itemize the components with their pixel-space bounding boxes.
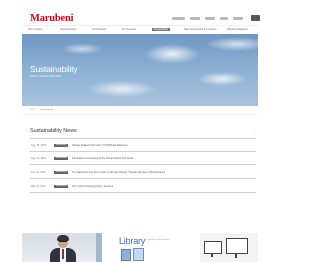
news-tag: Sustainability [54,184,68,188]
person-glasses [59,241,67,244]
breadcrumb-home[interactable]: TOP [30,109,34,111]
news-item[interactable]: Aug. 30, 2023 Sustainability Information… [30,155,256,163]
monitor-stand-icon [235,253,237,258]
nav-item-news-releases[interactable]: News Releases [60,28,77,31]
news-more-link[interactable]: › [255,130,256,133]
news-divider [30,151,256,152]
tile-accent-bar [96,233,102,262]
book-icon [121,249,131,261]
news-item[interactable]: Aug. 30, 2023 Sustainability Climate Rel… [30,142,256,150]
news-divider [30,192,256,193]
browser-viewport: Marubeni Our Company News Releases Our B… [0,0,271,262]
hero-banner: Sustainability Library / Data & Informat… [22,34,258,106]
utility-link-5[interactable] [233,17,243,20]
nav-item-our-company[interactable]: Our Company [28,28,43,31]
site-header: Marubeni [22,10,260,25]
nav-item-magazine[interactable]: Marubeni Magazine [227,28,248,31]
monitor-icon [204,241,222,254]
marubeni-logo[interactable]: Marubeni [30,13,74,24]
news-tag: Sustainability [54,156,68,160]
news-date: Aug. 30, 2023 [31,157,46,160]
hero-title: Sustainability [30,64,78,74]
utility-link-2[interactable] [190,17,200,20]
nav-item-for-investors[interactable]: For Investors [122,28,136,31]
breadcrumb-current: Sustainability [40,109,53,111]
library-title: Library [119,236,146,246]
news-title[interactable]: Climate Related Information: TCFD(Final)… [72,144,128,147]
news-title[interactable]: Information incorporating of the Human R… [72,157,133,160]
utility-link-1[interactable] [172,17,185,20]
monitor-stand-icon [211,253,213,257]
news-date: Jun. 21, 2023 [31,171,46,174]
news-item[interactable]: Jun. 21, 2023 Sustainability The Maruben… [30,169,256,177]
library-subtitle: Sustainability Data & Reports [146,239,170,241]
news-date: Mar. 31, 2023 [31,185,46,188]
report-icon [133,248,144,261]
utility-link-3[interactable] [205,17,215,20]
news-divider [30,138,256,139]
news-date: Aug. 30, 2023 [31,144,46,147]
person-tie [62,249,64,259]
data-tile[interactable] [200,233,258,262]
news-divider [30,164,256,165]
message-tile[interactable] [22,233,96,262]
news-title[interactable]: Our Lumber Sourcing Policy / Services [72,185,113,188]
monitor-icon [226,238,248,254]
utility-link-4[interactable] [220,17,228,20]
news-tag: Sustainability [54,170,68,174]
breadcrumb: TOP Sustainability [22,108,258,115]
news-item[interactable]: Mar. 31, 2023 Sustainability Our Lumber … [30,183,256,191]
news-tag: Sustainability [54,143,68,147]
hero-subtitle: Library / Data & Information [30,75,62,78]
news-heading: Sustainability News [30,128,77,134]
nav-item-sustainability[interactable]: Sustainability [152,28,171,31]
library-tile[interactable]: Library Sustainability Data & Reports [115,233,185,262]
news-divider [30,178,256,179]
nav-item-our-business[interactable]: Our Business [92,28,106,31]
menu-icon[interactable] [251,15,260,21]
news-title[interactable]: The Marubeni Long-Term Vision on Climate… [72,171,165,174]
nav-item-careers[interactable]: Talent Development & Careers [184,28,217,31]
